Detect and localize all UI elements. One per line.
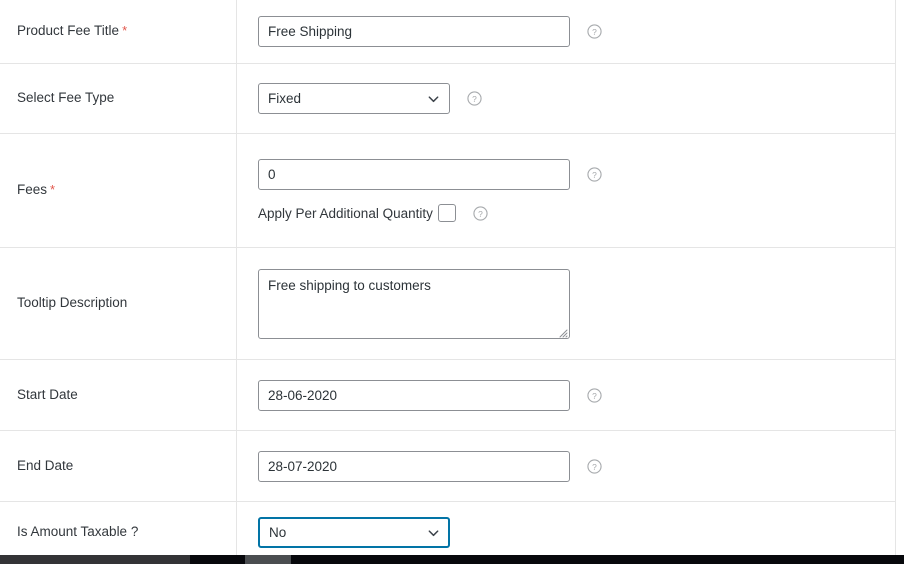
label-cell-fees: Fees * bbox=[0, 134, 237, 247]
svg-text:?: ? bbox=[592, 461, 597, 471]
label-tooltip-description: Tooltip Description bbox=[17, 295, 128, 311]
label-is-amount-taxable: Is Amount Taxable ? bbox=[17, 524, 139, 540]
svg-text:?: ? bbox=[592, 390, 597, 400]
start-date-input[interactable] bbox=[258, 379, 570, 411]
help-circle-icon[interactable]: ? bbox=[473, 205, 488, 221]
apply-per-additional-quantity-label: Apply Per Additional Quantity bbox=[258, 205, 433, 221]
label-product-fee-title: Product Fee Title * bbox=[17, 23, 128, 39]
is-amount-taxable-select-wrapper: No bbox=[258, 517, 450, 548]
bottom-edge-segment bbox=[245, 555, 291, 564]
label-select-fee-type: Select Fee Type bbox=[17, 90, 115, 106]
field-cell-fees: ? Apply Per Additional Quantity ? bbox=[237, 134, 895, 247]
label-cell-is-amount-taxable: Is Amount Taxable ? bbox=[0, 502, 237, 563]
form-row-product-fee-title: Product Fee Title* ? bbox=[0, 0, 895, 64]
bottom-edge-segment bbox=[291, 555, 904, 564]
help-circle-icon[interactable]: ? bbox=[587, 24, 602, 39]
form-row-fees: Fees* ? Apply Per Additional Quantity bbox=[0, 134, 895, 248]
fee-type-select[interactable]: Fixed bbox=[258, 83, 450, 114]
label-end-date: End Date bbox=[17, 457, 74, 473]
required-asterisk: * bbox=[50, 182, 56, 198]
required-asterisk: * bbox=[122, 23, 128, 39]
form-row-start-date: Start Date ? bbox=[0, 360, 895, 431]
label-cell-start-date: Start Date bbox=[0, 360, 237, 430]
svg-text:?: ? bbox=[478, 208, 483, 218]
form-row-is-amount-taxable: Is Amount Taxable ? No bbox=[0, 502, 895, 563]
tooltip-description-textarea[interactable]: Free shipping to customers bbox=[258, 268, 570, 339]
help-circle-icon[interactable]: ? bbox=[587, 167, 602, 182]
window-bottom-edge bbox=[0, 555, 904, 564]
fees-input[interactable] bbox=[258, 159, 570, 190]
help-circle-icon[interactable]: ? bbox=[587, 458, 602, 474]
label-cell-end-date: End Date bbox=[0, 431, 237, 501]
bottom-edge-segment bbox=[190, 555, 245, 564]
svg-text:?: ? bbox=[592, 27, 597, 37]
product-fee-title-input[interactable] bbox=[258, 16, 570, 47]
fee-type-select-wrapper: Fixed bbox=[258, 83, 450, 114]
is-amount-taxable-select[interactable]: No bbox=[258, 517, 450, 548]
bottom-edge-segment bbox=[0, 555, 190, 564]
tooltip-description-wrapper: Free shipping to customers bbox=[258, 268, 570, 339]
svg-text:?: ? bbox=[592, 170, 597, 180]
field-cell-select-fee-type: Fixed ? bbox=[237, 64, 895, 133]
label-cell-select-fee-type: Select Fee Type bbox=[0, 64, 237, 133]
field-cell-end-date: ? bbox=[237, 431, 895, 501]
settings-form-screen: Product Fee Title* ? Select Fee Type bbox=[0, 0, 904, 564]
label-fees: Fees * bbox=[17, 182, 56, 198]
apply-per-additional-quantity-row: Apply Per Additional Quantity ? bbox=[258, 204, 488, 222]
help-circle-icon[interactable]: ? bbox=[587, 387, 602, 403]
end-date-input[interactable] bbox=[258, 450, 570, 482]
fees-input-row: ? bbox=[258, 159, 602, 190]
form-row-select-fee-type: Select Fee Type Fixed ? bbox=[0, 64, 895, 134]
label-start-date: Start Date bbox=[17, 386, 78, 402]
label-cell-product-fee-title: Product Fee Title * bbox=[0, 0, 237, 63]
form-row-end-date: End Date ? bbox=[0, 431, 895, 502]
apply-per-additional-quantity-checkbox[interactable] bbox=[437, 204, 456, 222]
product-fee-form-table: Product Fee Title* ? Select Fee Type bbox=[0, 0, 896, 563]
label-cell-tooltip-description: Tooltip Description bbox=[0, 248, 237, 359]
field-cell-tooltip-description: Free shipping to customers bbox=[237, 248, 895, 359]
form-row-tooltip-description: Tooltip Description Free shipping to cus… bbox=[0, 248, 895, 360]
field-cell-start-date: ? bbox=[237, 360, 895, 430]
field-cell-product-fee-title: ? bbox=[237, 0, 895, 63]
svg-text:?: ? bbox=[472, 94, 477, 104]
help-circle-icon[interactable]: ? bbox=[467, 91, 482, 106]
field-cell-is-amount-taxable: No bbox=[237, 502, 895, 563]
